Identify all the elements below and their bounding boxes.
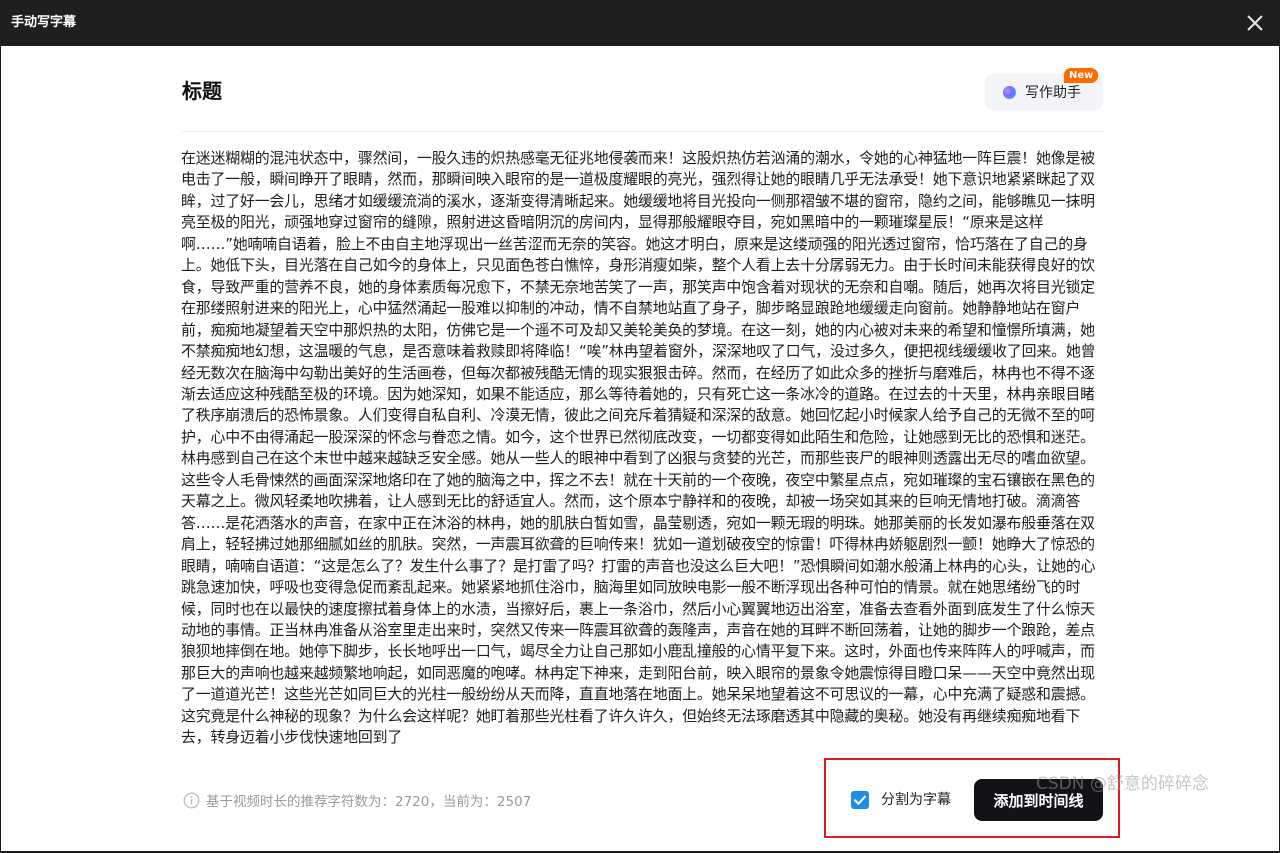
char-count-text: 基于视频时长的推荐字符数为：2720，当前为：2507: [206, 794, 532, 810]
split-subtitle-checkbox[interactable]: [851, 791, 869, 809]
subtitle-text-area[interactable]: 在迷迷糊糊的混沌状态中，骤然间，一股久违的炽热感毫无征兆地侵袭而来！这股炽热仿若…: [181, 148, 1106, 751]
window-titlebar: 手动写字幕: [0, 0, 1280, 46]
assistant-orb-icon: [1003, 85, 1016, 99]
char-count-info: 基于视频时长的推荐字符数为：2720，当前为：2507: [183, 790, 531, 810]
info-icon: [183, 792, 200, 808]
document-title[interactable]: 标题: [182, 77, 222, 105]
subtitle-text-content: 在迷迷糊糊的混沌状态中，骤然间，一股久违的炽热感毫无征兆地侵袭而来！这股炽热仿若…: [181, 149, 1096, 747]
window-title: 手动写字幕: [11, 15, 77, 30]
close-icon[interactable]: [1244, 12, 1266, 34]
new-badge: New: [1064, 68, 1099, 83]
editor-dialog: 标题 写作助手 New 在迷迷糊糊的混沌状态中，骤然间，一股久违的炽热感毫无征兆…: [1, 46, 1279, 851]
csdn-watermark: CSDN @舒意的碎碎念: [1036, 774, 1209, 794]
title-divider: [182, 131, 1104, 132]
checkmark-icon: [853, 795, 867, 805]
split-subtitle-label[interactable]: 分割为字幕: [881, 790, 951, 810]
writing-assistant-label: 写作助手: [1025, 85, 1081, 101]
